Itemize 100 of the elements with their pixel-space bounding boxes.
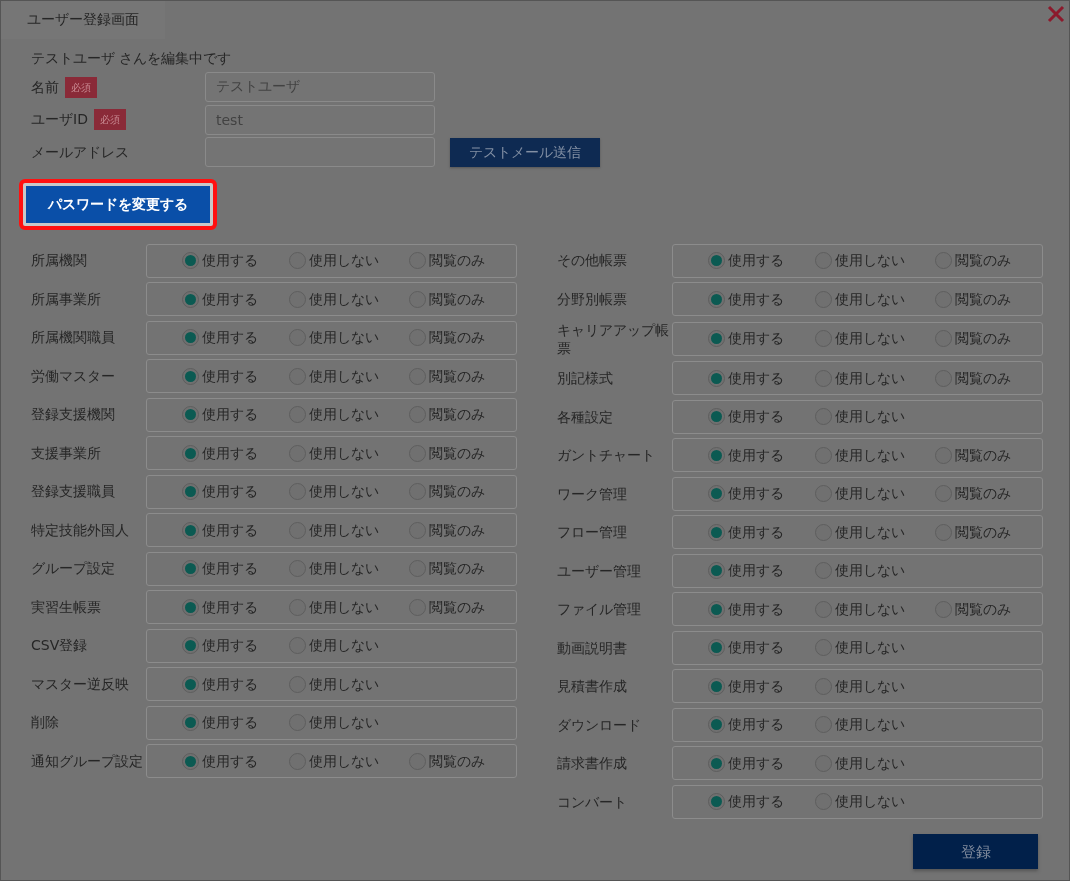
radio-button[interactable] [708,290,725,308]
option-label[interactable]: 使用しない [309,365,379,387]
option-label[interactable]: 閲覧のみ [955,598,1011,620]
radio-button[interactable] [708,754,725,772]
option-label[interactable]: 使用する [728,791,784,813]
radio-button[interactable] [182,290,199,308]
radio-button[interactable] [182,329,199,346]
option-label[interactable]: 使用しない [835,288,905,310]
option-label[interactable]: 使用しない [309,327,379,348]
option-label[interactable]: 閲覧のみ [955,483,1011,505]
option-label[interactable]: 使用しない [835,714,905,736]
register-button[interactable]: 登録 [913,834,1038,870]
option-label[interactable]: 使用しない [309,442,379,464]
option-label[interactable]: 閲覧のみ [429,404,485,425]
radio-button[interactable] [708,408,725,426]
option-label[interactable]: 閲覧のみ [429,365,485,387]
radio-button[interactable] [182,714,199,731]
option-label[interactable]: 使用する [728,598,784,620]
option-label[interactable]: 使用しない [835,444,905,466]
radio-button[interactable] [708,485,725,503]
option-label[interactable]: 使用する [202,673,258,695]
option-label[interactable]: 使用する [202,288,258,310]
option-label[interactable]: 使用しない [309,596,379,618]
test-mail-button[interactable]: テストメール送信 [450,137,600,167]
radio-button[interactable] [182,367,199,385]
option-label[interactable]: 使用しない [835,637,905,659]
option-label[interactable]: 使用する [728,250,784,271]
option-label[interactable]: 使用する [728,752,784,774]
option-label[interactable]: 使用しない [835,791,905,813]
option-label[interactable]: 使用しない [309,712,379,733]
radio-button[interactable] [182,252,199,269]
option-label[interactable]: 使用する [202,635,258,656]
option-label[interactable]: 閲覧のみ [429,250,485,271]
option-label[interactable]: 使用する [728,637,784,659]
option-label[interactable]: 使用しない [309,288,379,310]
option-label[interactable]: 使用する [728,521,784,543]
option-label[interactable]: 使用しない [309,750,379,772]
option-label[interactable]: 閲覧のみ [429,288,485,310]
option-label[interactable]: 閲覧のみ [429,558,485,579]
option-label[interactable]: 閲覧のみ [429,596,485,618]
radio-button[interactable] [708,330,725,348]
option-label[interactable]: 使用しない [835,367,905,389]
option-label[interactable]: 使用する [728,714,784,736]
option-label[interactable]: 使用しない [835,406,905,428]
option-label[interactable]: 使用する [202,481,258,502]
option-label[interactable]: 閲覧のみ [955,250,1011,271]
option-label[interactable]: 使用しない [835,598,905,620]
radio-button[interactable] [182,521,199,539]
close-icon[interactable] [1047,5,1065,23]
option-label[interactable]: 使用しない [835,521,905,543]
radio-button[interactable] [182,598,199,616]
option-label[interactable]: 使用する [728,483,784,505]
option-label[interactable]: 使用する [728,444,784,466]
option-label[interactable]: 使用しない [309,519,379,541]
radio-button[interactable] [182,560,199,577]
option-label[interactable]: 使用する [202,365,258,387]
radio-button[interactable] [708,523,725,541]
option-label[interactable]: 使用する [202,442,258,464]
option-label[interactable]: 使用しない [309,250,379,271]
radio-button[interactable] [708,600,725,618]
option-label[interactable]: 使用する [202,712,258,733]
radio-button[interactable] [182,637,199,654]
option-label[interactable]: 閲覧のみ [955,367,1011,389]
option-label[interactable]: 使用しない [835,328,905,350]
option-label[interactable]: 使用する [202,596,258,618]
radio-button[interactable] [708,639,725,657]
option-label[interactable]: 使用しない [309,673,379,695]
radio-button[interactable] [708,793,725,811]
option-label[interactable]: 閲覧のみ [955,521,1011,543]
option-label[interactable]: 使用する [728,367,784,389]
radio-button[interactable] [182,406,199,423]
option-label[interactable]: 使用する [728,406,784,428]
option-label[interactable]: 使用しない [309,635,379,656]
option-label[interactable]: 使用しない [835,675,905,697]
option-label[interactable]: 使用する [202,327,258,348]
option-label[interactable]: 閲覧のみ [955,328,1011,350]
radio-button[interactable] [708,252,725,269]
option-label[interactable]: 使用しない [309,481,379,502]
radio-button[interactable] [182,483,199,500]
radio-button[interactable] [708,369,725,387]
option-label[interactable]: 閲覧のみ [955,288,1011,310]
option-label[interactable]: 閲覧のみ [429,327,485,348]
option-label[interactable]: 使用する [202,250,258,271]
option-label[interactable]: 閲覧のみ [429,750,485,772]
option-label[interactable]: 使用しない [309,558,379,579]
option-label[interactable]: 使用する [728,560,784,582]
radio-button[interactable] [708,562,725,580]
option-label[interactable]: 使用する [728,675,784,697]
radio-button[interactable] [182,444,199,462]
option-label[interactable]: 閲覧のみ [955,444,1011,466]
radio-button[interactable] [708,677,725,695]
option-label[interactable]: 使用する [202,558,258,579]
option-label[interactable]: 使用しない [835,483,905,505]
option-label[interactable]: 使用しない [835,752,905,774]
option-label[interactable]: 使用する [728,328,784,350]
option-label[interactable]: 使用する [202,750,258,772]
option-label[interactable]: 閲覧のみ [429,442,485,464]
option-label[interactable]: 使用しない [835,560,905,582]
radio-button[interactable] [708,446,725,464]
option-label[interactable]: 使用しない [309,404,379,425]
